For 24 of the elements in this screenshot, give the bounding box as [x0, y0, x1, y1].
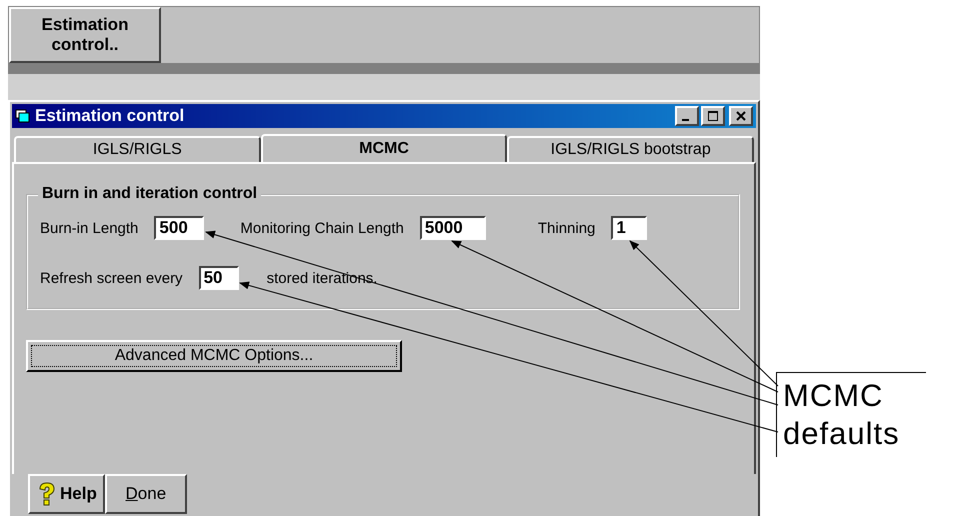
field-label: Refresh screen every	[40, 270, 183, 286]
close-icon	[736, 111, 746, 121]
window-title: Estimation control	[35, 106, 184, 126]
minimize-button[interactable]	[675, 106, 699, 126]
window-app-icon	[15, 108, 31, 124]
input-field[interactable]: 50	[198, 266, 239, 290]
advanced-options-button[interactable]: Advanced MCMC Options...	[26, 340, 402, 372]
maximize-icon	[708, 111, 718, 121]
annotation-label: MCMC defaults	[776, 372, 926, 457]
input-field[interactable]: 5000	[420, 216, 486, 240]
maximize-button[interactable]	[701, 106, 725, 126]
done-button[interactable]: Done	[104, 474, 187, 514]
input-field[interactable]: 500	[154, 216, 204, 240]
minimize-icon	[682, 119, 689, 121]
help-button[interactable]: Help	[28, 474, 105, 514]
field-label: Monitoring Chain Length	[240, 220, 404, 236]
estimation-control-button[interactable]: Estimation control..	[9, 7, 161, 63]
input-field[interactable]: 1	[611, 216, 648, 240]
close-button[interactable]	[729, 106, 753, 126]
tab[interactable]: IGLS/RIGLS bootstrap	[507, 136, 754, 162]
field-label: Thinning	[538, 220, 596, 236]
field-label: Burn-in Length	[40, 220, 138, 236]
tab[interactable]: IGLS/RIGLS	[14, 136, 261, 162]
tab[interactable]: MCMC	[260, 134, 508, 162]
